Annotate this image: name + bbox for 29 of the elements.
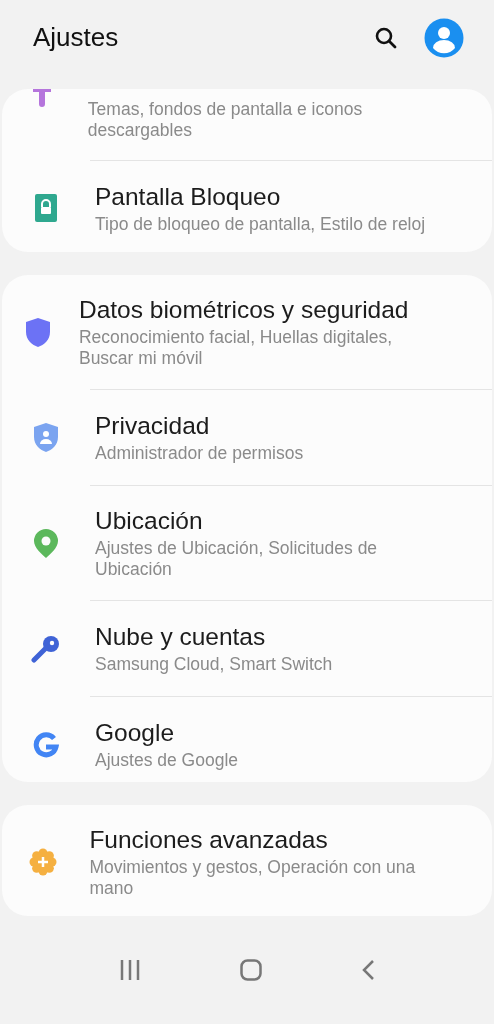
setting-title[interactable]: Nube y cuentas	[95, 622, 333, 653]
shield-icon	[25, 317, 50, 347]
setting-description: Reconocimiento facial, Huellas digitales, Buscar mi móvil	[78, 327, 394, 370]
setting-description: Ajustes de Google	[95, 750, 238, 772]
gear-plus-icon	[29, 847, 58, 876]
home-button[interactable]	[240, 958, 262, 981]
recent-apps-button[interactable]	[119, 959, 142, 980]
setting-description: Samsung Cloud, Smart Switch	[95, 654, 333, 676]
setting-description: Ajustes de Ubicación, Solicitudes de Ubicación	[95, 538, 379, 581]
setting-description: Temas, fondos de pantalla e iconos descargables	[87, 99, 364, 142]
setting-description: Movimientos y gestos, Operación con una mano	[89, 856, 417, 899]
google-logo-icon	[33, 731, 59, 758]
setting-description: Tipo de bloqueo de pantalla, Estilo de reloj	[95, 213, 426, 235]
setting-description: Administrador de permisos	[95, 443, 304, 465]
setting-title[interactable]: Datos biométricos y seguridad	[78, 295, 440, 326]
lock-icon	[35, 194, 57, 223]
profile-avatar-button[interactable]	[424, 18, 464, 58]
page-title: Ajustes	[33, 22, 120, 53]
brush-icon	[31, 88, 54, 107]
setting-title[interactable]: Privacidad	[95, 411, 304, 442]
key-icon	[31, 634, 61, 663]
back-button[interactable]	[360, 958, 375, 981]
setting-title[interactable]: Google	[95, 718, 238, 749]
setting-title[interactable]: Funciones avanzadas	[89, 824, 440, 855]
setting-title[interactable]: Ubicación	[95, 506, 440, 537]
location-pin-icon	[34, 528, 58, 558]
search-icon	[374, 26, 398, 50]
setting-title[interactable]: Pantalla Bloqueo	[95, 181, 426, 212]
person-shield-icon	[34, 423, 58, 453]
